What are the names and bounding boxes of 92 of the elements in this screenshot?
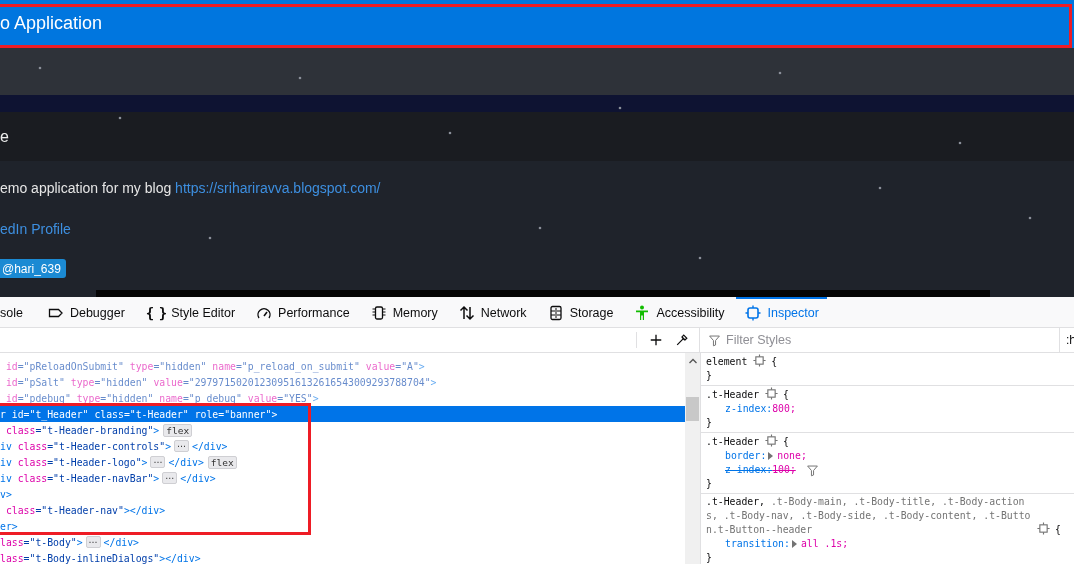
markup-row[interactable]: r id="t_Header" class="t-Header" role="banner">	[0, 406, 685, 422]
markup-code: class="t-Header-nav"></div>	[4, 504, 166, 516]
markup-code: iv class="t-Header-controls">	[0, 440, 172, 452]
app-title: o Application	[0, 12, 103, 34]
expand-icon[interactable]	[768, 452, 774, 460]
rule-brace: }	[706, 370, 712, 381]
crosshair-icon	[1037, 522, 1050, 535]
eyedropper-icon	[675, 333, 689, 347]
scrollbar-track[interactable]	[685, 353, 701, 564]
crosshair-icon	[765, 387, 779, 400]
markup-code: lass="t-Body">	[0, 536, 83, 548]
filter-icon	[708, 333, 721, 347]
markup-row[interactable]: lass="t-Body-inlineDialogs"></div>	[0, 550, 685, 564]
expand-button[interactable]: ⋯	[150, 456, 166, 468]
rule-selector: .t-Header	[706, 388, 760, 402]
markup-code: iv class="t-Header-logo">	[0, 456, 148, 468]
markup-code: lass="t-Body-inlineDialogs"></div>	[0, 552, 201, 564]
rule-brace: {	[1055, 523, 1061, 537]
plus-icon	[649, 333, 663, 347]
devtools-tab[interactable]: Network	[449, 297, 535, 327]
rule-brace: }	[706, 417, 712, 428]
markup-row[interactable]: id="pSalt" type="hidden" value="297971502012309516132616543009293788704">	[0, 374, 685, 390]
property-value[interactable]: none;	[777, 449, 807, 463]
filter-icon	[805, 463, 819, 477]
rule-selector: element	[706, 355, 748, 369]
markup-code: r id="t_Header" class="t-Header" role="banner">	[0, 408, 278, 420]
layout-badge[interactable]: flex	[163, 423, 193, 437]
rule-brace: }	[706, 478, 712, 489]
breadcrumb-title: e	[0, 127, 9, 146]
markup-code: er>	[0, 520, 18, 532]
chip-icon	[370, 305, 387, 321]
devtools-tab[interactable]: Storage	[538, 297, 622, 327]
property-name[interactable]: z-index:	[725, 402, 773, 416]
crosshair-icon	[765, 434, 779, 447]
property-value[interactable]: all .1s;	[800, 537, 849, 551]
property-value[interactable]: 100;	[772, 463, 796, 477]
crosshair-icon	[753, 354, 767, 367]
devtools-tab[interactable]: sole	[0, 297, 31, 327]
expand-icon[interactable]	[791, 540, 797, 548]
markup-row[interactable]: id="pdebug" type="hidden" name="p_debug" value="YES">	[0, 390, 685, 406]
devtools-tab[interactable]: { } Style Editor	[136, 297, 244, 327]
rule-brace: }	[706, 552, 712, 563]
scroll-up-icon	[688, 357, 698, 365]
layout-badge[interactable]: flex	[207, 455, 237, 469]
markup-row[interactable]: er>	[0, 518, 685, 534]
profile-link[interactable]: edIn Profile	[0, 219, 71, 239]
markup-code: iv class="t-Header-navBar">	[0, 472, 160, 484]
markup-row[interactable]: id="pReloadOnSubmit" type="hidden" name="p_reload_on_submit" value="A">	[0, 358, 685, 374]
expand-button[interactable]: ⋯	[85, 536, 101, 548]
markup-code: id="pSalt" type="hidden" value="297971502012309516132616543009293788704">	[4, 376, 437, 388]
follow-button[interactable]: @hari_639	[0, 259, 66, 278]
expand-button[interactable]: ⋯	[174, 440, 190, 452]
rule-brace: {	[783, 388, 789, 402]
devtools-tab[interactable]: Memory	[361, 297, 446, 327]
storage-icon	[547, 305, 564, 321]
accessibility-icon	[634, 305, 651, 321]
rule-brace: {	[783, 435, 789, 449]
markup-code: </div>	[103, 536, 139, 548]
markup-row[interactable]: iv class="t-Header-controls"> ⋯ </div>	[0, 438, 685, 454]
markup-code: id="pReloadOnSubmit" type="hidden" name="p_reload_on_submit" value="A">	[4, 360, 425, 372]
property-name[interactable]: border:	[725, 449, 767, 463]
devtools-tab[interactable]: Accessibility	[625, 297, 733, 327]
scrollbar-thumb[interactable]	[686, 397, 699, 421]
braces-icon: { }	[145, 305, 166, 321]
markup-row[interactable]: class="t-Header-branding"> flex	[0, 422, 685, 438]
property-name[interactable]: transition:	[725, 537, 790, 551]
gauge-icon	[256, 305, 273, 321]
blog-link[interactable]: https://srihariravva.blogspot.com/	[175, 180, 381, 196]
filter-styles-field[interactable]: Filter Styles	[726, 333, 1054, 347]
rule-selector: .t-Header	[706, 435, 760, 449]
markup-row[interactable]: iv class="t-Header-navBar"> ⋯ </div>	[0, 470, 685, 486]
markup-code: </div>	[168, 456, 204, 468]
intro-text: emo application for my blog https://srihariravva.blogspot.com/	[0, 179, 382, 198]
markup-code: </div>	[180, 472, 216, 484]
markup-code: </div>	[192, 440, 228, 452]
up-down-arrows-icon	[458, 305, 475, 321]
markup-code: v>	[0, 488, 12, 500]
property-name[interactable]: z-index:	[725, 463, 773, 477]
devtools-tab[interactable]: Debugger	[38, 297, 133, 327]
rule-brace: {	[771, 355, 778, 369]
rule-selector: .t-Header, .t-Body-main, .t-Body-title, .t-Body-actions, .t-Body-nav, .t-Body-side, .t-Body-content, .t-Button.t-Button--header	[706, 495, 1031, 537]
markup-code: id="pdebug" type="hidden" name="p_debug" value="YES">	[4, 392, 319, 404]
expand-button[interactable]: ⋯	[162, 472, 178, 484]
property-value[interactable]: 800;	[772, 402, 796, 416]
devtools-tab[interactable]: Inspector	[736, 297, 827, 327]
markup-row[interactable]: class="t-Header-nav"></div>	[0, 502, 685, 518]
markup-row[interactable]: v>	[0, 486, 685, 502]
markup-row[interactable]: lass="t-Body"> ⋯ </div>	[0, 534, 685, 550]
markup-row[interactable]: iv class="t-Header-logo"> ⋯ </div> flex	[0, 454, 685, 470]
markup-code: class="t-Header-branding">	[4, 424, 160, 436]
inspector-icon	[745, 305, 762, 321]
devtools-tab[interactable]: Performance	[247, 297, 358, 327]
